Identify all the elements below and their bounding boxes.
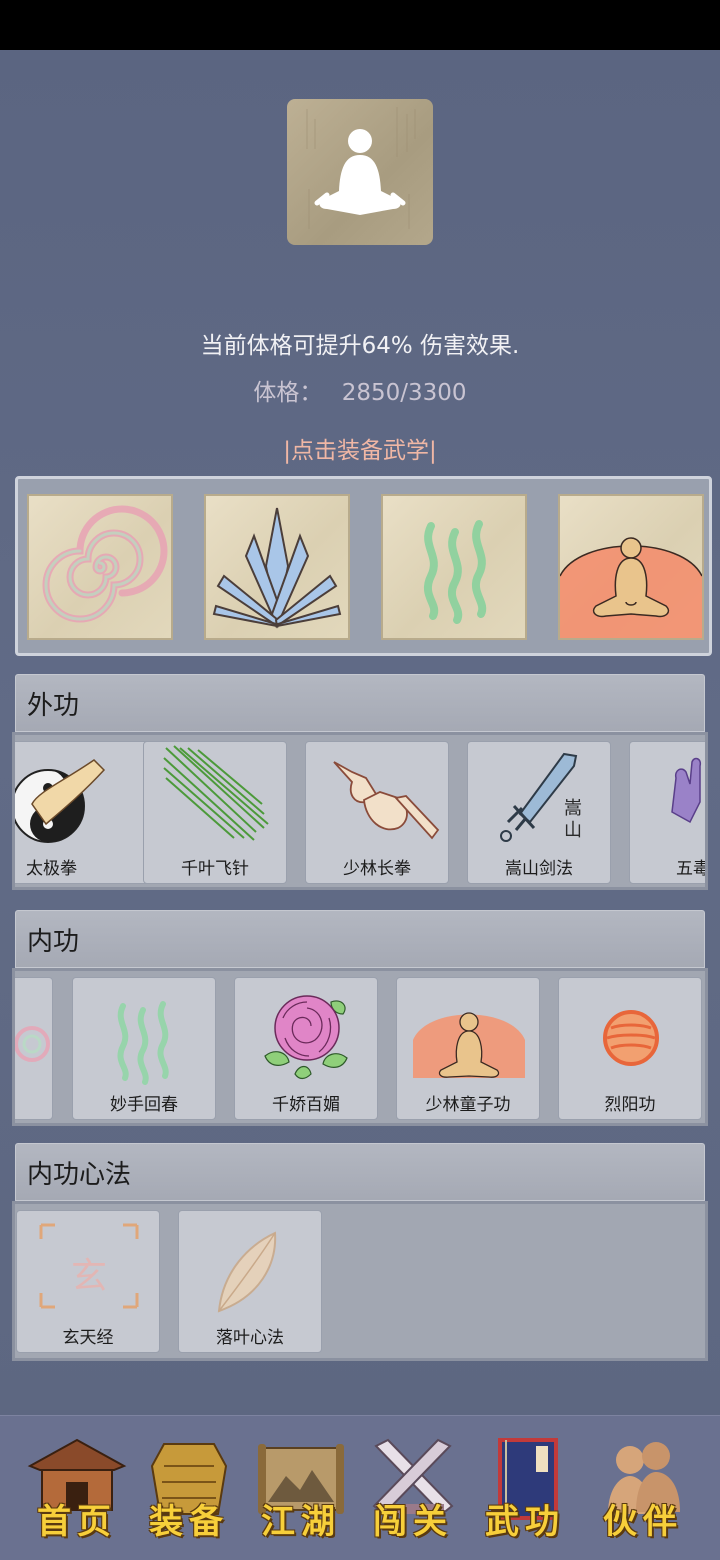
spiral-icon: [42, 505, 168, 623]
nav-martial-arts[interactable]: 武功: [470, 1426, 580, 1551]
skill-card[interactable]: 太极拳: [15, 741, 155, 884]
section-list-inner[interactable]: 妙手回春 千娇百媚 少林童子功 烈阳功: [12, 968, 708, 1126]
qi-wave-icon: [117, 1001, 169, 1085]
skill-card[interactable]: 少林童子功: [396, 977, 540, 1120]
skill-card[interactable]: 少林长拳: [305, 741, 449, 884]
nav-label: 装备: [149, 1502, 229, 1542]
meditating-monk-icon: [413, 1012, 525, 1078]
equip-slot-1[interactable]: [27, 494, 173, 640]
nav-label: 武功: [485, 1502, 565, 1542]
nav-label: 首页: [37, 1502, 117, 1542]
section-header-outer: 外功: [15, 674, 705, 732]
skill-label: 嵩山剑法: [505, 859, 573, 879]
equip-hint[interactable]: |点击装备武学|: [0, 431, 720, 465]
bottom-nav: 首页 装备 江湖 闯关 武功 伙伴: [0, 1415, 720, 1560]
leaf-icon: [217, 1231, 277, 1313]
section-title-mind: 内功心法: [27, 1160, 132, 1190]
sword-glyphs: 嵩山: [564, 798, 582, 841]
nav-home[interactable]: 首页: [22, 1426, 132, 1551]
skill-card[interactable]: 妙手回春: [72, 977, 216, 1120]
nav-jianghu[interactable]: 江湖: [246, 1426, 356, 1551]
nav-label: 伙伴: [603, 1502, 683, 1542]
skill-card[interactable]: 千娇百媚: [234, 977, 378, 1120]
sword-icon: [500, 752, 578, 842]
skill-label: 烈阳功: [604, 1095, 656, 1115]
poison-hand-icon: [671, 757, 702, 824]
section-header-mind: 内功心法: [15, 1143, 705, 1201]
section-header-inner: 内功: [15, 910, 705, 968]
equipped-skills-panel: [15, 476, 712, 656]
section-list-outer[interactable]: 太极拳 千叶飞针 少林长拳 嵩山 嵩山剑法 五毒: [12, 732, 708, 890]
skill-label: 少林长拳: [343, 859, 411, 879]
equip-slot-4[interactable]: [558, 494, 704, 640]
spiral-partial-icon: [15, 1026, 50, 1062]
constitution-label: 体格：: [253, 380, 323, 406]
needles-icon: [163, 745, 269, 841]
nav-label: 闯关: [373, 1502, 453, 1542]
skill-card[interactable]: 烈阳功: [558, 977, 702, 1120]
nav-challenge[interactable]: 闯关: [358, 1426, 468, 1551]
skill-label: 五毒: [676, 859, 708, 879]
taiji-icon: [15, 759, 106, 843]
nav-equipment[interactable]: 装备: [134, 1426, 244, 1551]
skill-card[interactable]: 五毒: [629, 741, 708, 884]
qi-wave-icon: [423, 520, 487, 624]
nav-label: 江湖: [261, 1502, 341, 1542]
nav-companions[interactable]: 伙伴: [588, 1426, 698, 1551]
section-list-mind[interactable]: 玄 玄天经 落叶心法: [12, 1201, 708, 1361]
skill-label: 千娇百媚: [272, 1095, 340, 1115]
skill-label: 玄天经: [62, 1328, 114, 1348]
status-bar: [0, 0, 720, 50]
constitution-value: 2850/3300: [341, 380, 467, 406]
skill-label: 落叶心法: [216, 1328, 284, 1348]
meditation-avatar[interactable]: [287, 99, 433, 245]
xuan-glyph: 玄: [70, 1256, 107, 1297]
equip-slot-2[interactable]: [204, 494, 350, 640]
skill-label: 妙手回春: [110, 1095, 178, 1115]
section-title-outer: 外功: [27, 691, 80, 721]
meditating-monk-icon: [560, 537, 702, 638]
skill-label: 太极拳: [26, 859, 77, 879]
ice-crystal-icon: [212, 507, 342, 629]
skill-label: 千叶飞针: [181, 859, 249, 879]
fists-icon: [333, 761, 440, 840]
equip-slot-3[interactable]: [381, 494, 527, 640]
skill-card[interactable]: 千叶飞针: [143, 741, 287, 884]
skill-card[interactable]: 嵩山 嵩山剑法: [467, 741, 611, 884]
sun-orb-icon: [603, 1010, 659, 1066]
boost-text: 当前体格可提升64% 伤害效果.: [200, 333, 520, 359]
skill-card[interactable]: [15, 977, 53, 1120]
section-title-inner: 内功: [27, 927, 80, 957]
skill-card[interactable]: 玄 玄天经: [16, 1210, 160, 1353]
rose-icon: [264, 995, 348, 1080]
skill-label: 少林童子功: [425, 1095, 511, 1115]
constitution-stat: 体格： 2850/3300: [0, 373, 720, 407]
skill-card[interactable]: 落叶心法: [178, 1210, 322, 1353]
meditating-figure-icon: [306, 107, 416, 229]
